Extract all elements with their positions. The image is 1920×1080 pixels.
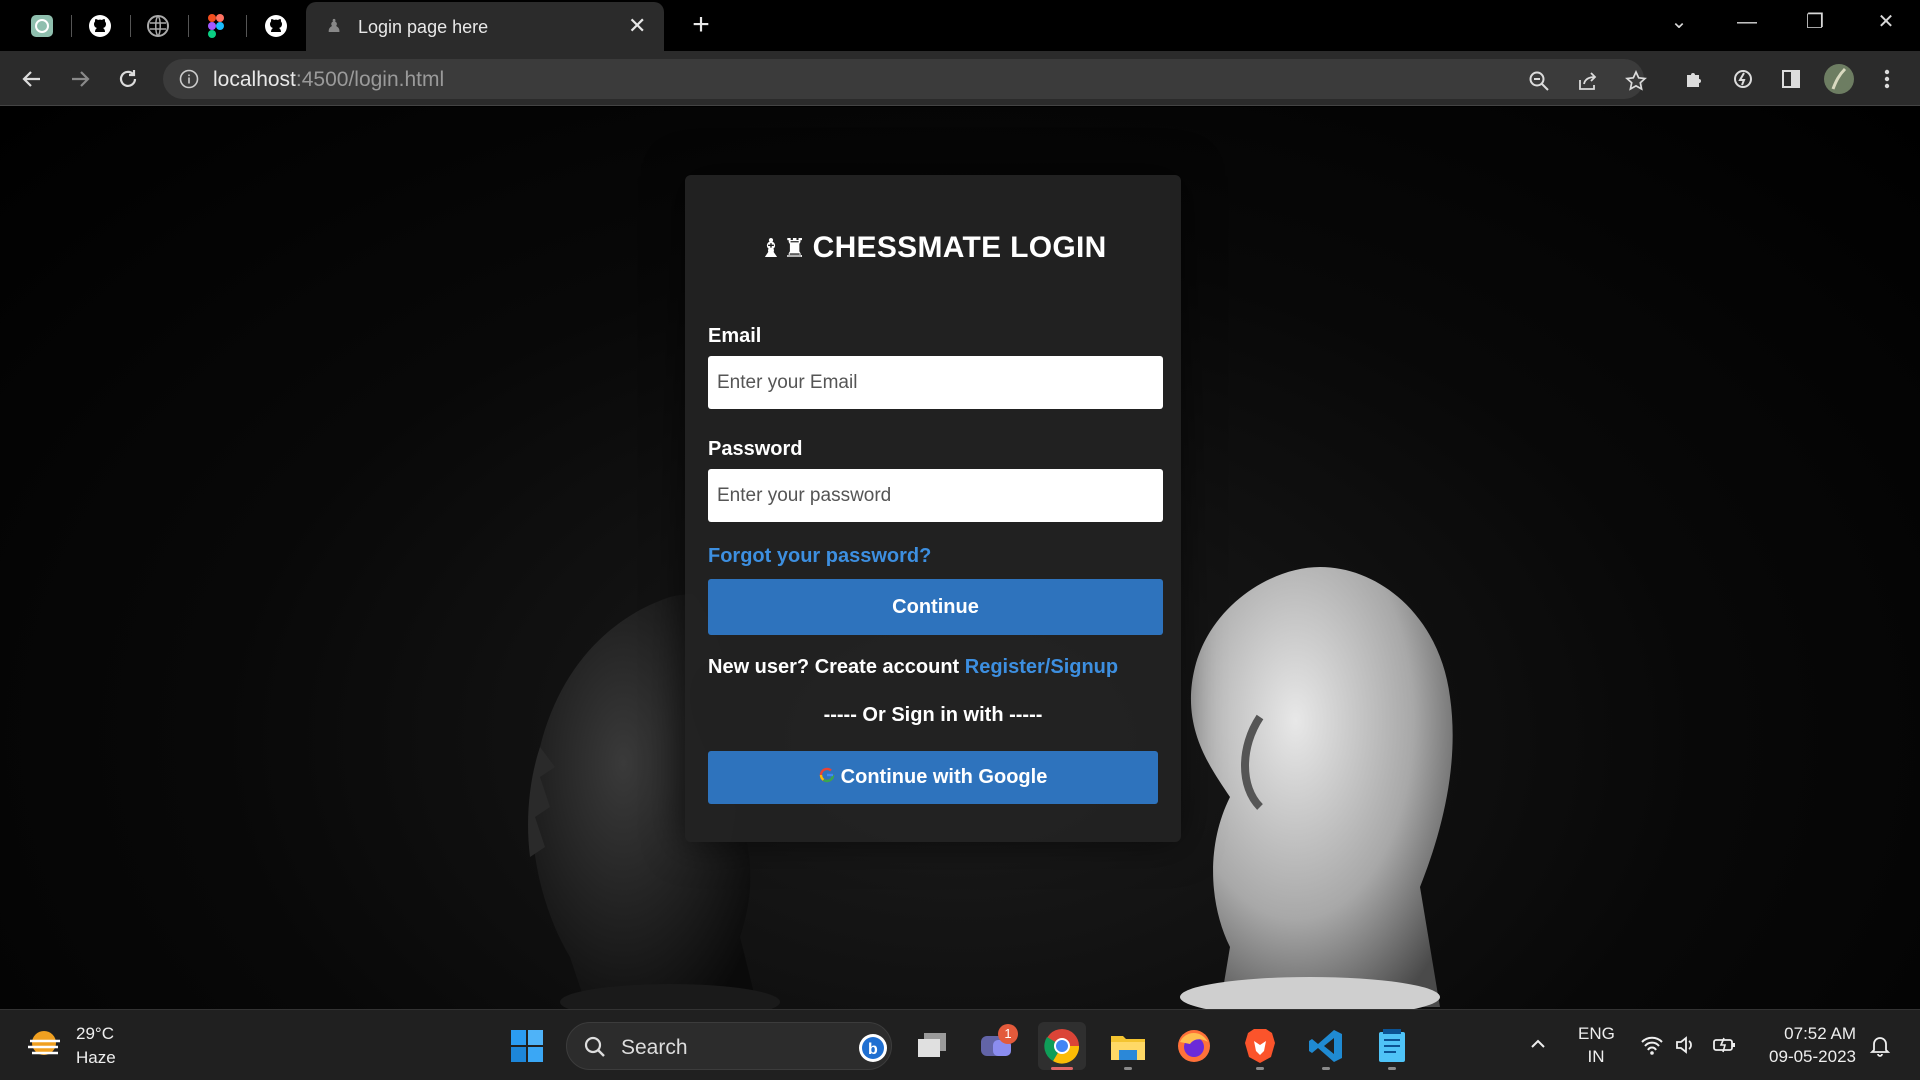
- zoom-icon[interactable]: [1525, 67, 1553, 95]
- svg-text:b: b: [868, 1041, 878, 1058]
- side-panel-icon: [1782, 70, 1800, 88]
- file-explorer-button[interactable]: [1104, 1022, 1152, 1070]
- tab-separator: [71, 15, 72, 37]
- notepad-button[interactable]: [1368, 1022, 1416, 1070]
- or-separator: ----- Or Sign in with -----: [823, 704, 1043, 726]
- weather-haze-icon[interactable]: [26, 1027, 64, 1066]
- restore-button[interactable]: ❐: [1795, 8, 1835, 38]
- forgot-password-link[interactable]: Forgot your password?: [708, 545, 931, 568]
- arrow-left-icon: [22, 71, 40, 87]
- brave-button[interactable]: [1236, 1022, 1284, 1070]
- search-label: Search: [621, 1036, 688, 1059]
- vscode-icon: [1309, 1030, 1342, 1062]
- brave-icon: [1245, 1029, 1275, 1063]
- chat-badge: 1: [998, 1024, 1018, 1044]
- close-window-button[interactable]: ✕: [1866, 8, 1906, 38]
- language-code[interactable]: ENG: [1578, 1024, 1615, 1044]
- back-button[interactable]: [14, 61, 50, 97]
- browser-toolbar: localhost:4500/login.html: [0, 51, 1920, 106]
- volume-icon[interactable]: [1674, 1034, 1698, 1062]
- figma-icon: [208, 14, 224, 38]
- teams-chat-button[interactable]: 1: [972, 1022, 1020, 1070]
- chrome-icon: [1044, 1029, 1080, 1064]
- address-bar[interactable]: localhost:4500/login.html: [163, 59, 1647, 99]
- white-knight-image: [1180, 567, 1453, 1009]
- github-icon: [265, 15, 287, 37]
- windows-icon: [511, 1030, 543, 1062]
- more-vertical-icon: [1884, 69, 1890, 89]
- google-icon: [819, 767, 835, 788]
- chess-pieces-icon: ♝♜: [759, 233, 807, 263]
- clock-date[interactable]: 09-05-2023: [1750, 1047, 1856, 1067]
- new-user-text: New user? Create account Register/Signup: [708, 656, 1119, 678]
- search-icon: [583, 1035, 607, 1064]
- password-field[interactable]: [708, 469, 1163, 522]
- tab-separator: [246, 15, 247, 37]
- profile-avatar[interactable]: [1821, 61, 1857, 97]
- login-card: ♝♜CHESSMATE LOGIN Email Password Forgot …: [685, 175, 1181, 842]
- vscode-button[interactable]: [1302, 1022, 1350, 1070]
- forward-button[interactable]: [62, 61, 98, 97]
- new-tab-button[interactable]: +: [683, 8, 719, 44]
- register-link[interactable]: Register/Signup: [965, 656, 1118, 678]
- avatar-icon: [1824, 64, 1854, 94]
- continue-button[interactable]: Continue: [708, 579, 1163, 635]
- extensions-button[interactable]: [1677, 61, 1713, 97]
- tab-separator: [188, 15, 189, 37]
- notepad-icon: [1379, 1029, 1405, 1062]
- reload-button[interactable]: [110, 61, 146, 97]
- browser-tabstrip: ♟ Login page here ✕ + ⌄ — ❐ ✕: [0, 0, 1920, 51]
- pinned-tab-github-1[interactable]: [78, 8, 122, 44]
- chrome-taskbar-button[interactable]: [1038, 1022, 1086, 1070]
- url-text: localhost:4500/login.html: [213, 68, 445, 91]
- task-view-button[interactable]: [908, 1022, 956, 1070]
- bing-icon[interactable]: b: [858, 1033, 888, 1068]
- share-icon[interactable]: [1574, 67, 1602, 95]
- pinned-tab-figma[interactable]: [194, 8, 238, 44]
- folder-icon: [1111, 1036, 1145, 1060]
- email-label: Email: [708, 325, 762, 347]
- tab-title: Login page here: [358, 17, 489, 37]
- task-view-icon: [918, 1033, 946, 1057]
- chatgpt-icon: [31, 15, 53, 37]
- reload-icon: [119, 70, 137, 87]
- google-signin-button[interactable]: Continue with Google: [708, 751, 1158, 804]
- tab-separator: [130, 15, 131, 37]
- chevron-up-icon[interactable]: [1528, 1034, 1548, 1060]
- windows-taskbar: 29°C Haze Search b 1 ENG IN 07:52 AM 09-…: [0, 1009, 1920, 1080]
- start-button[interactable]: [503, 1022, 551, 1070]
- password-label: Password: [708, 438, 803, 460]
- taskbar-search[interactable]: Search b: [566, 1022, 892, 1070]
- battery-charging-icon[interactable]: [1712, 1034, 1738, 1062]
- notification-bell-icon[interactable]: [1868, 1034, 1892, 1064]
- firefox-button[interactable]: [1170, 1022, 1218, 1070]
- github-icon: [89, 15, 111, 37]
- browser-menu-button[interactable]: [1869, 61, 1905, 97]
- arrow-right-icon: [72, 71, 90, 87]
- pinned-tab-globe[interactable]: [136, 8, 180, 44]
- site-info-icon[interactable]: [179, 69, 199, 94]
- bookmark-star-icon[interactable]: [1622, 67, 1650, 95]
- chess-favicon-icon: ♟: [326, 16, 343, 36]
- email-field[interactable]: [708, 356, 1163, 409]
- performance-button[interactable]: [1725, 61, 1761, 97]
- region-code[interactable]: IN: [1578, 1047, 1614, 1067]
- wifi-icon[interactable]: [1640, 1034, 1664, 1062]
- pinned-tab-github-2[interactable]: [254, 8, 298, 44]
- login-title: ♝♜ CHESSMATE LOGIN: [759, 231, 1107, 264]
- tab-login-page[interactable]: ♟ Login page here ✕: [306, 2, 664, 51]
- tab-search-icon[interactable]: ⌄: [1659, 8, 1699, 38]
- performance-icon: [1734, 70, 1752, 88]
- globe-icon: [147, 15, 169, 37]
- close-tab-icon[interactable]: ✕: [628, 13, 646, 39]
- firefox-icon: [1178, 1030, 1210, 1062]
- minimize-button[interactable]: —: [1727, 8, 1767, 38]
- pinned-tab-chatgpt[interactable]: [20, 8, 64, 44]
- puzzle-icon: [1687, 73, 1701, 87]
- weather-condition[interactable]: Haze: [76, 1048, 116, 1068]
- side-panel-button[interactable]: [1773, 61, 1809, 97]
- weather-temperature[interactable]: 29°C: [76, 1024, 114, 1044]
- page-background: ♝♜CHESSMATE LOGIN Email Password Forgot …: [0, 107, 1920, 1009]
- clock-time[interactable]: 07:52 AM: [1760, 1024, 1856, 1044]
